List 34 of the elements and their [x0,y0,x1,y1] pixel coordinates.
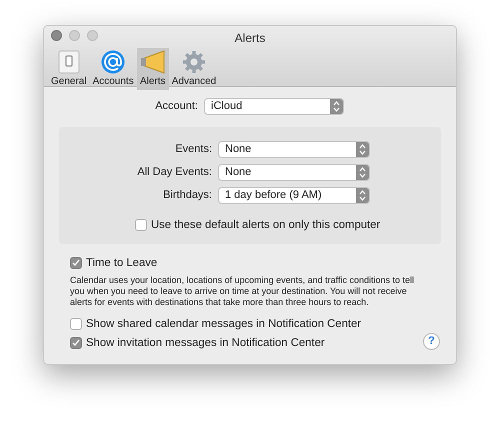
checkbox-label: Time to Leave [86,256,158,271]
field-label: Events: [174,142,213,158]
checkbox[interactable] [70,318,82,330]
checkbox-label: Use these default alerts on only this computer [151,218,380,233]
megaphone-icon [140,50,166,74]
checkbox[interactable] [70,337,82,350]
toolbar-tab[interactable]: Accounts [90,48,137,90]
help-button[interactable]: ? [423,333,440,350]
checkbox[interactable] [70,257,82,270]
field-label: Account: [154,99,199,114]
field-label: All Day Events: [136,165,213,180]
window-title: Alerts [234,31,266,45]
dropdown-arrows-icon [356,188,369,203]
description-text: Calendar uses your location, locations of upcoming events, and traffic conditions to tell you when you need to leave to arrive on time at your destination. You will not receive alerts for events with destinations that take more than three hours to reach. [70,274,416,309]
gear-icon [182,50,206,74]
toolbar-tab[interactable]: Advanced [168,48,220,90]
dropdown[interactable]: 1 day before (9 AM) [218,187,370,204]
zoom-button[interactable] [87,30,98,41]
dropdown[interactable]: None [218,164,370,181]
checkbox[interactable] [135,219,147,232]
toolbar-tab[interactable]: Alerts [136,48,169,90]
dropdown-arrows-icon [330,99,343,114]
switch-icon [56,50,81,74]
field-label: Birthdays: [162,188,213,204]
dropdown[interactable]: None [218,141,370,158]
checkbox-label: Show shared calendar messages in Notification Center [86,316,362,332]
dropdown-arrows-icon [356,142,369,157]
close-button[interactable] [51,30,62,41]
at-sign-icon [101,50,126,74]
minimize-button[interactable] [69,30,80,41]
dropdown-arrows-icon [356,165,369,180]
toolbar-tab[interactable]: General [48,48,90,90]
checkbox-label: Show invitation messages in Notification Center [86,336,325,351]
dropdown[interactable]: iCloud [204,98,344,115]
